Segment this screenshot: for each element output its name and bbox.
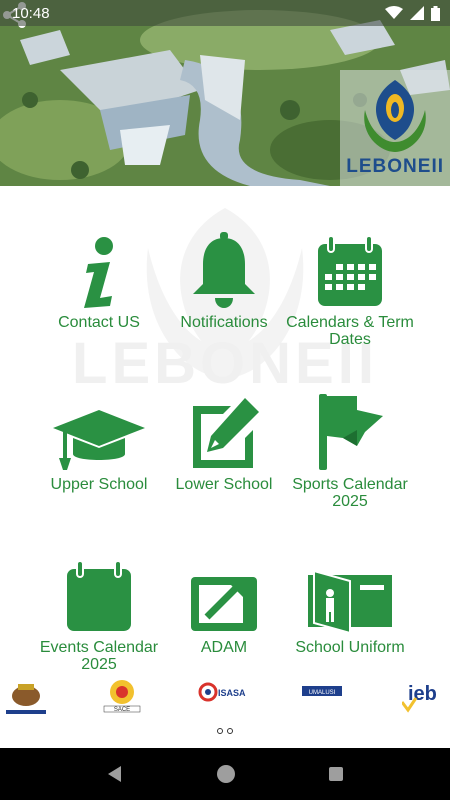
lebone-crest-logo [364, 80, 426, 152]
tile-adam[interactable]: ADAM [154, 555, 294, 656]
svg-text:SACE: SACE [114, 707, 130, 713]
tile-calendars-term-dates[interactable]: Calendars & Term Dates [280, 230, 420, 348]
tile-school-uniform[interactable]: School Uniform [280, 555, 420, 656]
carousel-pager [0, 728, 450, 734]
pager-dot-active[interactable] [227, 728, 233, 734]
tile-label: ADAM [200, 639, 248, 656]
calendar-grid-icon [318, 236, 382, 306]
ieb-logo: ieb [402, 683, 437, 713]
tile-label: Events Calendar 2025 [39, 639, 159, 673]
tile-label: Contact US [58, 314, 140, 331]
tile-events-calendar[interactable]: Events Calendar 2025 [29, 555, 169, 673]
back-icon[interactable] [105, 764, 125, 784]
sace-logo: SACE [103, 680, 141, 713]
tile-label: School Uniform [295, 639, 405, 656]
flag-icon [319, 394, 383, 470]
logo-text: LEBONEII [346, 156, 444, 177]
calendar-icon [67, 561, 131, 631]
bell-icon [193, 232, 255, 308]
tile-sports-calendar[interactable]: Sports Calendar 2025 [280, 392, 420, 510]
royal-bafokeng-logo [6, 684, 46, 714]
recents-icon[interactable] [327, 765, 345, 783]
tile-label: Upper School [50, 476, 148, 493]
status-time: 10:48 [12, 4, 50, 22]
tile-label: Notifications [180, 314, 268, 331]
signal-icon [410, 6, 424, 20]
tile-lower-school[interactable]: Lower School [154, 392, 294, 493]
tile-contact-us[interactable]: Contact US [29, 230, 169, 331]
umalusi-logo: UMALUSI [302, 686, 342, 696]
info-icon [84, 237, 113, 308]
header-banner: LEBONEII [0, 0, 450, 186]
partners-carousel[interactable]: SACE ISASA UMALUSI ieb [0, 672, 450, 722]
battery-icon [431, 5, 440, 21]
home-icon[interactable] [215, 763, 237, 785]
tile-label: Sports Calendar 2025 [292, 476, 408, 510]
tile-label: Lower School [175, 476, 273, 493]
svg-text:ISASA: ISASA [218, 688, 246, 698]
wifi-icon [385, 6, 403, 19]
external-link-icon [191, 577, 257, 631]
graduation-cap-icon [53, 410, 145, 470]
pencil-edit-icon [193, 398, 259, 468]
tile-notifications[interactable]: Notifications [154, 230, 294, 331]
svg-text:UMALUSI: UMALUSI [309, 690, 336, 696]
tile-label: Calendars & Term Dates [286, 314, 414, 348]
status-bar: 10:48 [0, 0, 450, 26]
pager-dot[interactable] [217, 728, 223, 734]
door-person-icon [308, 569, 392, 633]
system-nav-bar [0, 748, 450, 800]
isasa-logo: ISASA [198, 682, 246, 702]
tile-upper-school[interactable]: Upper School [29, 392, 169, 493]
